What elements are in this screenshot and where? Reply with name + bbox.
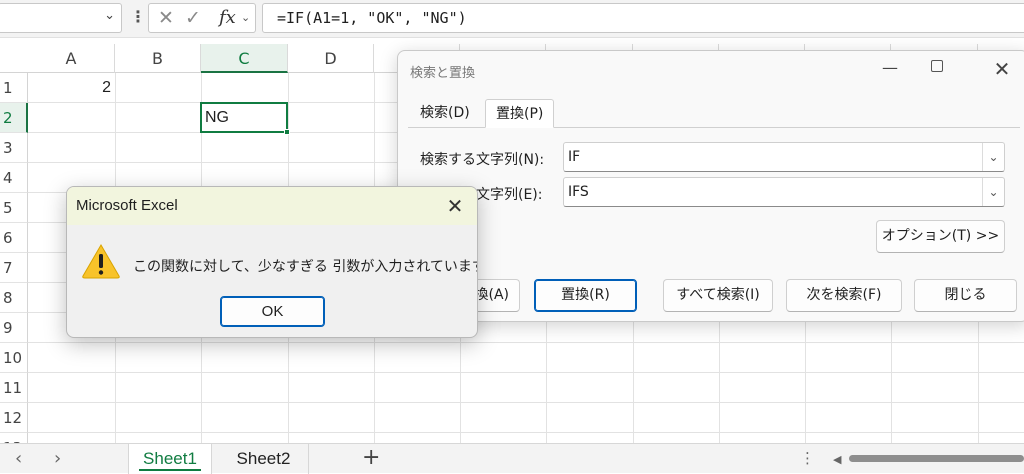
close-icon[interactable]: ✕ [439, 190, 471, 222]
replace-with-input[interactable]: IFS ⌄ [563, 177, 1005, 207]
tab-find[interactable]: 検索(D) [410, 99, 480, 128]
error-alert-dialog: Microsoft Excel ✕ この関数に対して、少なすぎる 引数が入力され… [66, 186, 478, 338]
active-tab-indicator [139, 469, 201, 471]
horizontal-scrollbar[interactable] [849, 455, 1024, 462]
cancel-icon[interactable]: ✕ [158, 7, 174, 29]
chevron-down-icon[interactable]: ⌄ [982, 143, 1004, 171]
sheet-tab-sheet2[interactable]: Sheet2 [219, 444, 309, 474]
alert-title: Microsoft Excel [76, 197, 178, 214]
chevron-left-icon[interactable]: ‹ [15, 448, 22, 469]
find-next-button[interactable]: 次を検索(F) [786, 279, 902, 312]
add-sheet-icon[interactable]: + [362, 445, 380, 470]
close-icon[interactable]: ✕ [982, 54, 1022, 88]
row-header[interactable]: 9 [0, 313, 28, 343]
minimize-icon[interactable]: — [867, 53, 913, 87]
sheet-tab-label: Sheet1 [143, 449, 197, 468]
find-replace-dialog: 検索と置換 — ✕ 検索(D) 置換(P) 検索する文字列(N): IF ⌄ 置… [388, 50, 1024, 322]
warning-icon [82, 244, 120, 279]
column-header-b[interactable]: B [115, 44, 201, 73]
fill-handle[interactable] [284, 129, 290, 135]
check-icon[interactable]: ✓ [185, 7, 201, 29]
cell-c2-selected[interactable]: NG [200, 102, 290, 135]
row-header[interactable]: 4 [0, 163, 28, 193]
formula-input[interactable]: =IF(A1=1, "OK", "NG") [262, 3, 1024, 33]
row-header[interactable]: 7 [0, 253, 28, 283]
row-header[interactable]: 12 [0, 403, 28, 433]
column-header-c[interactable]: C [201, 44, 288, 73]
name-box[interactable]: ⌄ [0, 3, 122, 33]
row-header[interactable]: 3 [0, 133, 28, 163]
row-header[interactable]: 1 [0, 73, 28, 103]
formula-bar: ⌄ ⋮ ✕ ✓ fx ⌄ =IF(A1=1, "OK", "NG") [0, 0, 1024, 38]
row-header[interactable]: 8 [0, 283, 28, 313]
maximize-icon[interactable] [931, 60, 943, 72]
options-button[interactable]: オプション(T) >> [876, 220, 1005, 253]
replace-button[interactable]: 置換(R) [534, 279, 637, 312]
column-header-a[interactable]: A [28, 44, 115, 73]
row-header[interactable]: 10 [0, 343, 28, 373]
row-header[interactable]: 5 [0, 193, 28, 223]
find-what-value: IF [568, 149, 581, 165]
row-header[interactable]: 6 [0, 223, 28, 253]
replace-with-value: IFS [568, 184, 589, 200]
chevron-down-icon[interactable]: ⌄ [104, 8, 115, 23]
find-what-input[interactable]: IF ⌄ [563, 142, 1005, 172]
row-header[interactable]: 2 [0, 103, 28, 133]
insert-function-icon[interactable]: fx [219, 7, 236, 28]
alert-titlebar: Microsoft Excel ✕ [67, 187, 477, 225]
more-options-icon[interactable]: ⋮ [800, 449, 815, 467]
dialog-title: 検索と置換 [410, 66, 476, 81]
sheet-tab-sheet1[interactable]: Sheet1 [128, 444, 212, 474]
find-all-button[interactable]: すべて検索(I) [663, 279, 773, 312]
column-header-d[interactable]: D [288, 44, 374, 73]
scroll-left-icon[interactable]: ◀ [833, 453, 841, 466]
find-what-label: 検索する文字列(N): [420, 152, 545, 168]
cell-a1[interactable]: 2 [28, 73, 115, 103]
chevron-down-icon[interactable]: ⌄ [982, 178, 1004, 206]
sheet-tab-bar: ‹ › Sheet1 Sheet2 + ⋮ ◀ [0, 443, 1024, 474]
alert-message: この関数に対して、少なすぎる 引数が入力されています。 [133, 259, 478, 275]
tab-replace[interactable]: 置換(P) [485, 99, 555, 128]
close-button[interactable]: 閉じる [914, 279, 1017, 312]
cell-c2-value: NG [205, 109, 229, 126]
chevron-right-icon[interactable]: › [54, 448, 61, 469]
ok-button[interactable]: OK [220, 296, 325, 327]
row-header[interactable]: 11 [0, 373, 28, 403]
formula-tools: ✕ ✓ fx ⌄ [148, 3, 256, 33]
more-options-icon[interactable]: ⋮ [130, 7, 146, 26]
chevron-down-icon[interactable]: ⌄ [241, 11, 250, 24]
